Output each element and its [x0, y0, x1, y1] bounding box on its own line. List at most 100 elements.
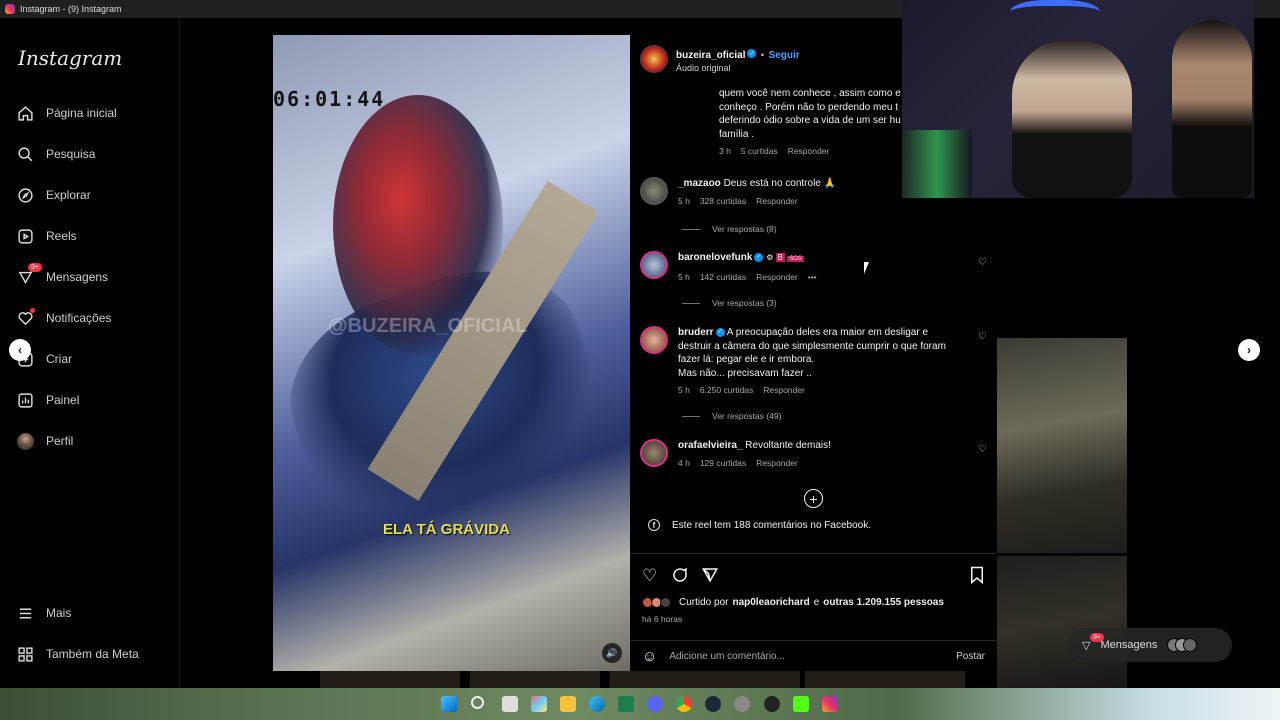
commenter-username[interactable]: orafaelvieira_	[678, 440, 743, 451]
emoji-picker-icon[interactable]: ☺	[642, 648, 657, 665]
post-comment-button[interactable]: Postar	[956, 651, 985, 662]
start-windows-icon[interactable]	[441, 696, 457, 712]
commenter-avatar[interactable]	[640, 177, 668, 205]
search-icon	[16, 145, 34, 163]
emoji-badges-icon: ⚙ B SOS	[766, 253, 804, 262]
background-post-thumbnail	[805, 671, 965, 688]
steam-icon[interactable]	[705, 696, 721, 712]
facebook-comments-note[interactable]: f Este reel tem 188 comentários no Faceb…	[648, 519, 871, 531]
background-post-thumbnail	[320, 671, 460, 688]
kick-app-icon[interactable]	[793, 696, 809, 712]
instagram-taskbar-icon[interactable]	[822, 696, 838, 712]
sidebar-item-more[interactable]: Mais	[16, 602, 71, 624]
likes-others[interactable]: outras 1.209.155 pessoas	[823, 597, 944, 608]
comment-time[interactable]: 3 h	[719, 145, 731, 159]
audio-label[interactable]: Áudio original	[676, 63, 800, 73]
comment-item: quem você nem conhece , assim como e con…	[719, 87, 901, 159]
more-options-icon[interactable]: •••	[808, 271, 817, 285]
sidebar-item-label: Notificações	[46, 311, 112, 325]
comment-time[interactable]: 5 h	[678, 384, 690, 398]
commenter-avatar[interactable]	[640, 251, 668, 279]
author-username[interactable]: buzeira_oficial	[676, 50, 745, 61]
sidebar-item-dashboard[interactable]: Painel	[16, 389, 79, 411]
commenter-avatar[interactable]	[640, 439, 668, 467]
comment-item: _mazaoo Deus está no controle 🙏 5 h 328 c…	[640, 177, 836, 208]
comment-likes[interactable]: 328 curtidas	[700, 195, 746, 209]
webcam-scene-shape	[1010, 0, 1100, 30]
sidebar-item-home[interactable]: Página inicial	[16, 102, 117, 124]
comment-time[interactable]: 5 h	[678, 195, 690, 209]
sidebar-item-search[interactable]: Pesquisa	[16, 143, 95, 165]
share-icon[interactable]	[701, 566, 719, 589]
settings-gear-icon[interactable]	[734, 696, 750, 712]
sidebar-item-label: Perfil	[46, 434, 74, 448]
obs-icon[interactable]	[764, 696, 780, 712]
next-post-button[interactable]: ›	[1238, 339, 1260, 361]
discord-icon[interactable]	[647, 696, 663, 712]
instagram-logo[interactable]: Instagram	[18, 46, 122, 70]
verified-icon: ✓	[754, 252, 764, 262]
file-explorer-icon[interactable]	[560, 696, 576, 712]
reply-button[interactable]: Responder	[756, 195, 798, 209]
sidebar-item-explore[interactable]: Explorar	[16, 184, 91, 206]
edge-browser-icon[interactable]	[589, 696, 605, 712]
previous-post-button[interactable]: ‹	[9, 339, 31, 361]
comment-likes[interactable]: 142 curtidas	[700, 271, 746, 285]
comment-text: família .	[719, 128, 755, 140]
verified-icon: ✓	[715, 327, 725, 337]
dashboard-icon	[16, 391, 34, 409]
reply-button[interactable]: Responder	[763, 384, 805, 398]
sidebar-item-reels[interactable]: Reels	[16, 225, 77, 247]
commenter-username[interactable]: baronelovefunk	[678, 252, 752, 263]
save-bookmark-icon[interactable]	[969, 566, 985, 589]
mute-button[interactable]: 🔊	[602, 643, 622, 663]
reel-video[interactable]: 06:01:44 @BUZEIRA_OFICIAL ELA TÁ GRÁVIDA…	[273, 35, 630, 671]
comment-text: quem você nem conhece , assim como e	[719, 88, 901, 99]
taskbar-search-icon[interactable]	[471, 696, 484, 709]
sidebar-item-messages[interactable]: 9+ Mensagens	[16, 263, 108, 288]
excel-icon[interactable]	[618, 696, 634, 712]
sidebar-item-also-from-meta[interactable]: Também da Meta	[16, 643, 139, 665]
posted-time[interactable]: há 6 horas	[642, 614, 682, 624]
sidebar-item-label: Página inicial	[46, 106, 117, 120]
view-replies-button[interactable]: Ver respostas (3)	[682, 298, 777, 308]
chevron-left-icon: ‹	[18, 343, 22, 357]
chrome-icon[interactable]	[676, 696, 692, 712]
windows-taskbar	[0, 688, 1280, 720]
messages-pill[interactable]: ▽ 9+ Mensagens	[1068, 628, 1232, 662]
sidebar-item-notifications[interactable]: Notificações	[16, 307, 111, 329]
comment-time[interactable]: 5 h	[678, 271, 690, 285]
sidebar-item-profile[interactable]: Perfil	[16, 430, 73, 452]
load-more-comments-button[interactable]: +	[804, 489, 823, 508]
task-view-icon[interactable]	[502, 696, 518, 712]
comment-icon[interactable]	[671, 566, 689, 589]
comment-text: A preocupação deles era maior em desliga…	[726, 327, 929, 338]
follow-button[interactable]: Seguir	[769, 50, 800, 61]
commenter-username[interactable]: _mazaoo	[678, 178, 721, 189]
dot-separator: •	[760, 50, 765, 60]
view-replies-label: Ver respostas (8)	[712, 224, 777, 234]
like-heart-icon[interactable]: ♡	[642, 566, 657, 586]
widgets-icon[interactable]	[531, 696, 547, 712]
reply-button[interactable]: Responder	[788, 145, 830, 159]
like-comment-heart-icon[interactable]: ♡	[978, 257, 987, 268]
like-comment-heart-icon[interactable]: ♡	[978, 444, 987, 455]
comment-item: bruderr ✓ A preocupação deles era maior e…	[640, 326, 946, 398]
messages-pill-label: Mensagens	[1100, 639, 1158, 651]
view-replies-button[interactable]: Ver respostas (8)	[682, 224, 777, 234]
author-avatar[interactable]	[640, 45, 668, 73]
comment-likes[interactable]: 129 curtidas	[700, 457, 746, 471]
commenter-username[interactable]: bruderr	[678, 327, 714, 338]
comment-likes[interactable]: 6.250 curtidas	[700, 384, 753, 398]
like-comment-heart-icon[interactable]: ♡	[978, 331, 987, 342]
sidebar-item-label: Painel	[46, 393, 80, 407]
commenter-avatar[interactable]	[640, 326, 668, 354]
reply-button[interactable]: Responder	[756, 271, 798, 285]
comment-time[interactable]: 4 h	[678, 457, 690, 471]
comment-likes[interactable]: 5 curtidas	[741, 145, 778, 159]
view-replies-button[interactable]: Ver respostas (49)	[682, 411, 781, 421]
likes-middle: e	[813, 597, 820, 608]
liker-username[interactable]: nap0leaorichard	[732, 597, 809, 608]
reply-button[interactable]: Responder	[756, 457, 798, 471]
comment-input[interactable]: Adicione um comentário...	[669, 651, 785, 662]
